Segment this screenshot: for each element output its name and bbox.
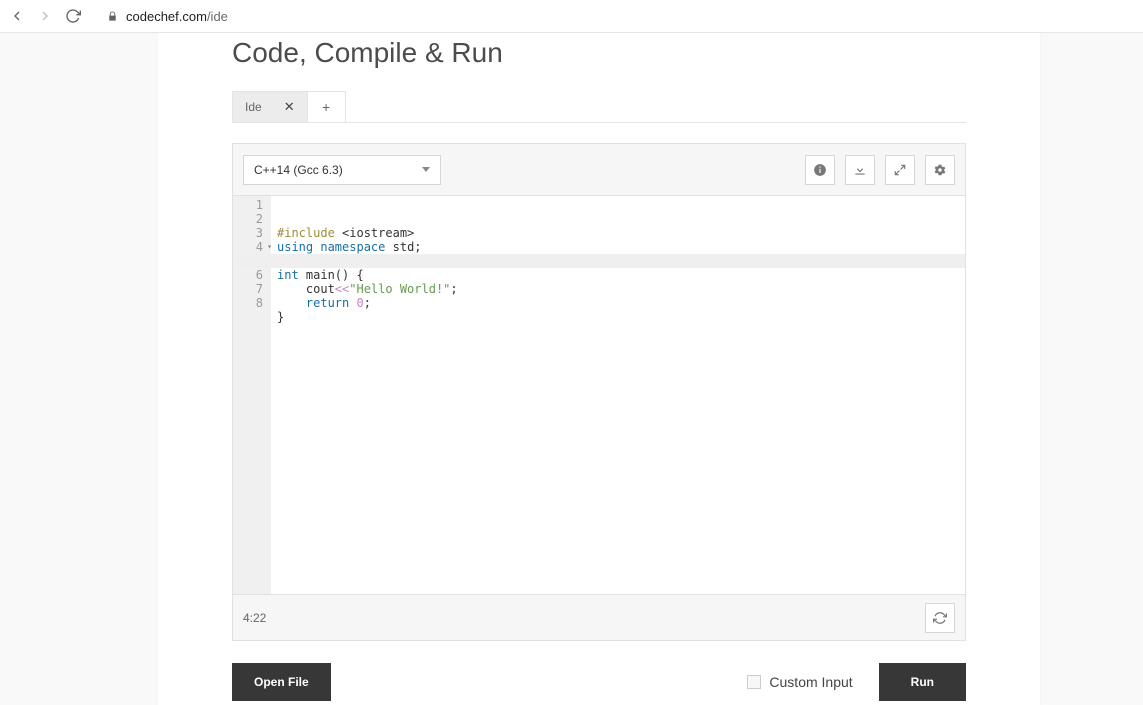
browser-address-input[interactable]: codechef.com/ide (92, 2, 1135, 30)
browser-back-button[interactable] (8, 7, 26, 25)
browser-reload-button[interactable] (64, 7, 82, 25)
url-domain: codechef.com/ide (126, 9, 228, 24)
open-file-button[interactable]: Open File (232, 663, 331, 701)
add-tab-button[interactable]: + (308, 91, 346, 122)
reset-button[interactable] (925, 603, 955, 633)
ide-container: C++14 (Gcc 6.3) (232, 143, 966, 641)
content-panel: Code, Compile & Run Ide ✕ + C++14 (Gcc 6… (158, 33, 1040, 705)
file-tab-ide[interactable]: Ide ✕ (232, 91, 308, 122)
ide-status-bar: 4:22 (233, 594, 965, 640)
download-button[interactable] (845, 155, 875, 185)
page-body: Code, Compile & Run Ide ✕ + C++14 (Gcc 6… (0, 33, 1143, 705)
custom-input-checkbox[interactable]: Custom Input (747, 674, 852, 690)
cursor-position: 4:22 (243, 611, 266, 625)
language-dropdown[interactable]: C++14 (Gcc 6.3) (243, 155, 441, 185)
bottom-actions: Open File Custom Input Run (232, 663, 966, 701)
settings-button[interactable] (925, 155, 955, 185)
checkbox-icon (747, 675, 761, 689)
browser-address-bar: codechef.com/ide (0, 0, 1143, 33)
plus-icon: + (322, 99, 330, 115)
fullscreen-button[interactable] (885, 155, 915, 185)
info-button[interactable] (805, 155, 835, 185)
close-icon[interactable]: ✕ (284, 99, 295, 115)
code-editor[interactable]: 1 2 3 4 5 6 7 8 #include <iostream> usin… (233, 196, 965, 594)
browser-forward-button[interactable] (36, 7, 54, 25)
page-title: Code, Compile & Run (232, 33, 966, 91)
code-body[interactable]: #include <iostream> using namespace std;… (271, 196, 965, 594)
ide-action-buttons (805, 155, 955, 185)
ide-toolbar: C++14 (Gcc 6.3) (233, 144, 965, 196)
run-button[interactable]: Run (879, 663, 966, 701)
chevron-down-icon (422, 167, 430, 172)
file-tab-label: Ide (245, 100, 262, 114)
file-tabs: Ide ✕ + (232, 91, 966, 123)
custom-input-label: Custom Input (769, 674, 852, 690)
lock-icon (106, 10, 118, 22)
language-dropdown-label: C++14 (Gcc 6.3) (254, 163, 343, 177)
